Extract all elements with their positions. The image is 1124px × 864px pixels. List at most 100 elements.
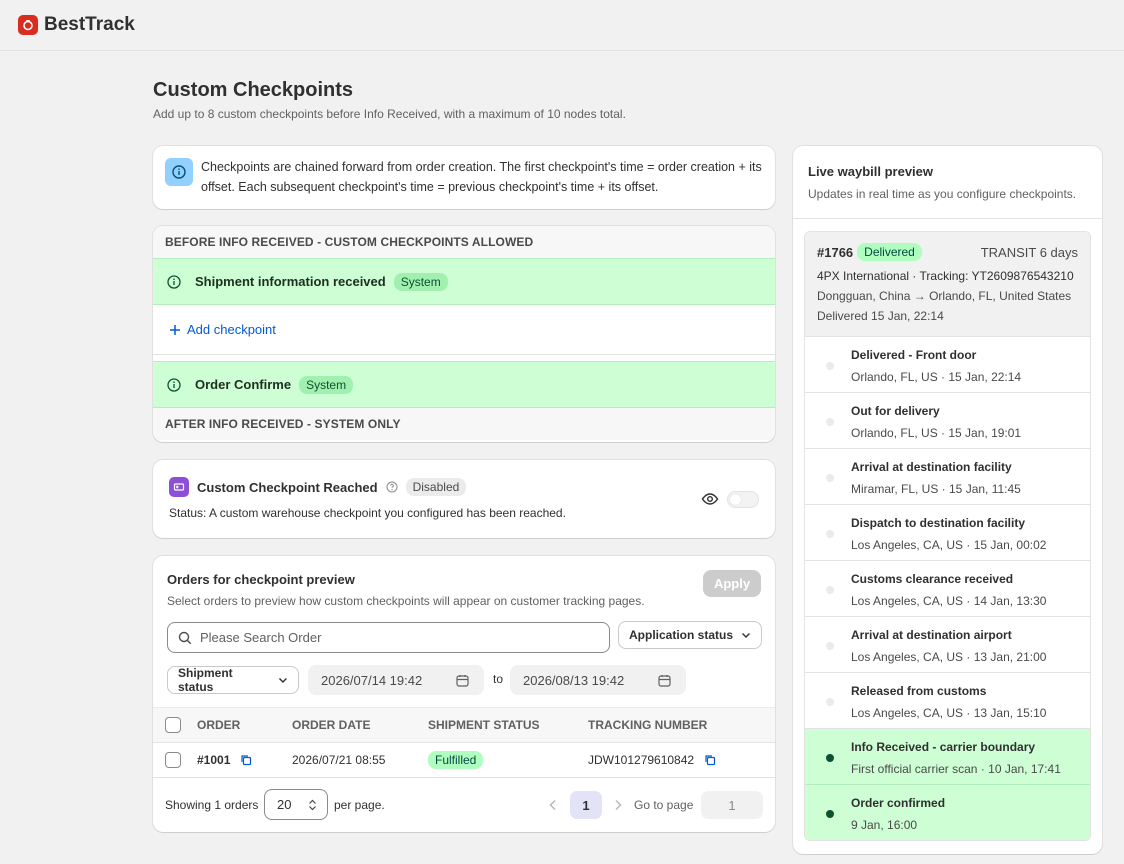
timeline-dot-icon [826, 530, 834, 538]
orders-table-header: ORDER ORDER DATE SHIPMENT STATUS TRACKIN… [153, 707, 775, 743]
event-title: Info Received - carrier boundary [851, 740, 1036, 754]
waybill-header: #1766 Delivered TRANSIT 6 days 4PX Inter… [805, 232, 1090, 337]
calendar-icon [456, 675, 469, 687]
preview-subtitle: Updates in real time as you configure ch… [808, 187, 1077, 201]
date-from-value: 2026/07/14 19:42 [321, 672, 423, 688]
select-all-checkbox[interactable] [165, 717, 181, 733]
per-page-select[interactable]: 20 [264, 789, 328, 820]
event-subtitle: Los Angeles, CA, US · 13 Jan, 21:00 [851, 650, 1047, 664]
page-subtitle: Add up to 8 custom checkpoints before In… [153, 107, 626, 121]
orders-preview-card: Orders for checkpoint preview Select ord… [153, 556, 775, 832]
brand-name: BestTrack [44, 14, 135, 35]
per-page-label: per page. [334, 798, 385, 812]
timeline-dot-icon [826, 642, 834, 650]
info-circle-icon [167, 274, 181, 289]
timeline-dot-icon [826, 362, 834, 370]
info-icon [165, 158, 193, 186]
reached-title: Custom Checkpoint Reached [197, 479, 378, 495]
notification-icon [169, 477, 189, 497]
system-badge: System [393, 272, 448, 291]
disabled-badge: Disabled [405, 478, 467, 496]
col-tracking-number: TRACKING NUMBER [588, 718, 708, 732]
copy-icon[interactable] [704, 754, 716, 766]
shipment-status-dropdown[interactable]: Shipment status [167, 666, 299, 694]
event-subtitle: Miramar, FL, US · 15 Jan, 11:45 [851, 482, 1021, 496]
checkpoints-card: BEFORE INFO RECEIVED - CUSTOM CHECKPOINT… [153, 226, 775, 442]
timeline-dot-icon [826, 754, 834, 762]
date-to-input[interactable]: 2026/08/13 19:42 [510, 665, 686, 695]
timeline-dot-icon [826, 810, 834, 818]
apply-button[interactable]: Apply [703, 570, 761, 597]
checkpoint-name: Order Confirme [195, 377, 292, 392]
chevron-right-icon[interactable] [613, 799, 623, 811]
application-status-label: Application status [629, 628, 734, 642]
chevron-down-icon [279, 678, 288, 683]
event-subtitle: Orlando, FL, US · 15 Jan, 22:14 [851, 370, 1022, 384]
waybill-event: Delivered - Front door Orlando, FL, US · … [805, 337, 1090, 393]
preview-title: Live waybill preview [808, 164, 933, 179]
chevron-left-icon[interactable] [548, 799, 558, 811]
event-title: Arrival at destination facility [851, 460, 1012, 474]
timeline-dot-icon [826, 698, 834, 706]
carrier-tracking-line: 4PX International · Tracking: YT26098765… [817, 269, 1074, 283]
pagination-bar: Showing 1 orders 20 per page. 1 Go to pa… [153, 778, 775, 832]
search-field[interactable] [167, 622, 610, 653]
system-badge: System [299, 375, 354, 394]
waybill: #1766 Delivered TRANSIT 6 days 4PX Inter… [804, 231, 1091, 841]
orders-subtitle: Select orders to preview how custom chec… [167, 594, 645, 608]
checkpoint-name: Shipment information received [195, 274, 386, 289]
event-subtitle: First official carrier scan · 10 Jan, 17… [851, 762, 1061, 776]
live-waybill-preview: Live waybill preview Updates in real tim… [793, 146, 1102, 854]
event-title: Order confirmed [851, 796, 946, 810]
add-checkpoint-label: Add checkpoint [187, 322, 276, 337]
waybill-event: Out for delivery Orlando, FL, US · 15 Jan… [805, 393, 1090, 449]
enable-toggle[interactable] [727, 491, 759, 508]
search-input[interactable] [200, 630, 580, 645]
brand-logo-icon [18, 15, 38, 35]
page-button-1[interactable]: 1 [570, 791, 602, 819]
waybill-event: Arrival at destination airport Los Angele… [805, 617, 1090, 673]
timeline-dot-icon [826, 418, 834, 426]
chevron-down-icon [742, 633, 750, 638]
per-page-value: 20 [277, 797, 292, 812]
after-info-header: AFTER INFO RECEIVED - SYSTEM ONLY [153, 408, 775, 440]
system-checkpoint-order-confirmed: Order Confirme System [153, 361, 775, 408]
waybill-event: Arrival at destination facility Miramar, … [805, 449, 1090, 505]
date-to-separator: to [493, 672, 504, 686]
event-title: Dispatch to destination facility [851, 516, 1026, 530]
waybill-event: Customs clearance received Los Angeles, C… [805, 561, 1090, 617]
delivered-line: Delivered 15 Jan, 22:14 [817, 309, 944, 323]
plus-icon [170, 324, 180, 335]
date-from-input[interactable]: 2026/07/14 19:42 [308, 665, 484, 695]
row-checkbox[interactable] [165, 752, 181, 768]
add-checkpoint-button[interactable]: Add checkpoint [153, 305, 775, 355]
transit-days: TRANSIT 6 days [980, 244, 1078, 260]
go-to-page-input[interactable]: 1 [701, 791, 763, 819]
page-title: Custom Checkpoints [153, 79, 354, 101]
event-title: Released from customs [851, 684, 987, 698]
application-status-dropdown[interactable]: Application status [618, 621, 762, 649]
event-subtitle: Los Angeles, CA, US · 13 Jan, 15:10 [851, 706, 1047, 720]
calendar-icon [658, 675, 671, 687]
delivered-badge: Delivered [857, 243, 922, 261]
search-icon [178, 631, 192, 644]
fulfilled-badge: Fulfilled [428, 751, 484, 769]
event-subtitle: Los Angeles, CA, US · 15 Jan, 00:02 [851, 538, 1047, 552]
waybill-id: #1766 [817, 244, 854, 260]
table-row[interactable]: #1001 2026/07/21 08:55 Fulfilled JDW1012… [153, 743, 775, 778]
help-icon[interactable] [386, 481, 398, 493]
before-info-header: BEFORE INFO RECEIVED - CUSTOM CHECKPOINT… [153, 226, 775, 258]
event-subtitle: Los Angeles, CA, US · 14 Jan, 13:30 [851, 594, 1047, 608]
eye-icon[interactable] [701, 490, 719, 508]
col-order: ORDER [197, 718, 241, 732]
waybill-event: Order confirmed 9 Jan, 16:00 [805, 785, 1090, 840]
info-banner: Checkpoints are chained forward from ord… [153, 146, 775, 209]
route-line: Dongguan, China → Orlando, FL, United St… [817, 289, 1072, 303]
timeline-dot-icon [826, 474, 834, 482]
showing-count: Showing 1 orders [165, 798, 259, 812]
event-subtitle: 9 Jan, 16:00 [851, 818, 918, 832]
event-title: Delivered - Front door [851, 348, 977, 362]
timeline-dot-icon [826, 586, 834, 594]
reached-status: Status: A custom warehouse checkpoint yo… [169, 506, 566, 520]
copy-icon[interactable] [240, 754, 252, 766]
